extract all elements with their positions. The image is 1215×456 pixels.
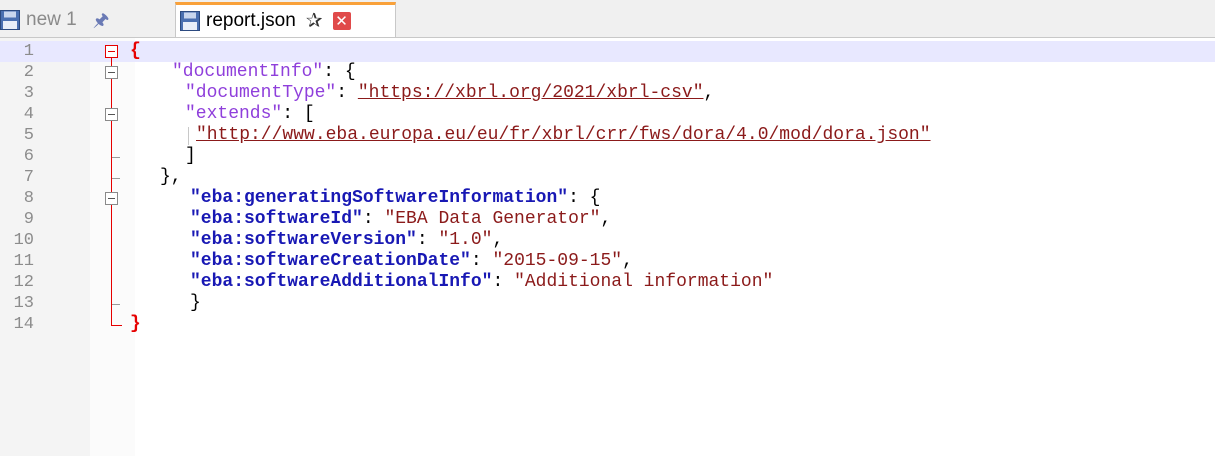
- json-key: "documentInfo": [172, 62, 324, 82]
- code-line[interactable]: 12 "eba:softwareAdditionalInfo": "Additi…: [0, 272, 1215, 293]
- line-number: 8: [23, 189, 34, 208]
- line-number: 5: [23, 126, 34, 145]
- tab-report-json[interactable]: report.json ✰ ✕: [175, 2, 396, 37]
- punctuation: : [: [282, 104, 315, 124]
- punctuation: :: [336, 83, 358, 103]
- code-line[interactable]: 4 "extends": [: [0, 104, 1215, 125]
- fold-collapse-icon[interactable]: [105, 45, 118, 58]
- json-key: "documentType": [185, 83, 337, 103]
- tab-bar: new 1 🖈 report.json ✰ ✕: [0, 0, 1215, 38]
- line-number: 6: [23, 147, 34, 166]
- code-line[interactable]: 1 {: [0, 41, 1215, 62]
- code-line[interactable]: 6 ]: [0, 146, 1215, 167]
- line-number: 11: [13, 252, 34, 271]
- json-key: "eba:generatingSoftwareInformation": [190, 188, 569, 208]
- json-key: "eba:softwareCreationDate": [190, 251, 471, 271]
- tab-new-1[interactable]: new 1 🖈: [0, 4, 168, 36]
- line-number: 9: [23, 210, 34, 229]
- url-value[interactable]: "http://www.eba.europa.eu/eu/fr/xbrl/crr…: [196, 125, 931, 145]
- code-line[interactable]: 14 }: [0, 314, 1215, 335]
- code-line[interactable]: 9 "eba:softwareId": "EBA Data Generator"…: [0, 209, 1215, 230]
- fold-collapse-icon[interactable]: [105, 66, 118, 79]
- code-line[interactable]: 3 "documentType": "https://xbrl.org/2021…: [0, 83, 1215, 104]
- punctuation: ,: [492, 230, 504, 250]
- pin-icon[interactable]: 🖈: [93, 11, 110, 29]
- line-number: 10: [13, 231, 34, 250]
- line-number: 14: [13, 315, 34, 334]
- code-line[interactable]: 5 "http://www.eba.europa.eu/eu/fr/xbrl/c…: [0, 125, 1215, 146]
- code-line[interactable]: 11 "eba:softwareCreationDate": "2015-09-…: [0, 251, 1215, 272]
- line-number: 1: [23, 42, 34, 61]
- punctuation: : {: [568, 188, 601, 208]
- code-editor[interactable]: 1 { 2 "documentInfo": { 3 "documentType"…: [0, 38, 1215, 456]
- url-value[interactable]: "https://xbrl.org/2021/xbrl-csv": [358, 83, 704, 103]
- code-line[interactable]: 13 }: [0, 293, 1215, 314]
- fold-end-marker: [112, 157, 120, 158]
- punctuation: ,: [600, 209, 612, 229]
- code-line[interactable]: 7 },: [0, 167, 1215, 188]
- line-number: 2: [23, 63, 34, 82]
- line-number: 13: [13, 294, 34, 313]
- fold-collapse-icon[interactable]: [105, 108, 118, 121]
- pin-icon[interactable]: ✰: [306, 11, 323, 31]
- string-value: "Additional information": [514, 272, 774, 292]
- tab-label: new 1: [26, 9, 77, 30]
- fold-collapse-icon[interactable]: [105, 192, 118, 205]
- line-number: 12: [13, 273, 34, 292]
- code-line[interactable]: 8 "eba:generatingSoftwareInformation": {: [0, 188, 1215, 209]
- close-icon[interactable]: ✕: [332, 12, 351, 30]
- fold-line: [111, 325, 122, 326]
- punctuation: },: [160, 167, 182, 187]
- string-value: "EBA Data Generator": [384, 209, 601, 229]
- indent-guide: [188, 127, 189, 145]
- line-number: 7: [23, 168, 34, 187]
- tab-label: report.json: [206, 10, 296, 31]
- punctuation: :: [492, 272, 515, 292]
- fold-end-marker: [112, 304, 120, 305]
- punctuation: : {: [323, 62, 356, 82]
- punctuation: ,: [622, 251, 633, 271]
- code-line[interactable]: 2 "documentInfo": {: [0, 62, 1215, 83]
- line-number: 3: [23, 84, 34, 103]
- code-line[interactable]: 10 "eba:softwareVersion": "1.0",: [0, 230, 1215, 251]
- json-key: "eba:softwareAdditionalInfo": [190, 272, 493, 292]
- floppy-disk-icon: [0, 10, 20, 30]
- punctuation: ]: [185, 146, 196, 166]
- punctuation: }: [190, 293, 201, 313]
- floppy-disk-icon: [180, 11, 200, 31]
- string-value: "2015-09-15": [492, 251, 623, 271]
- json-key: "extends": [185, 104, 283, 124]
- line-number: 4: [23, 105, 34, 124]
- fold-end-marker: [112, 178, 120, 179]
- open-brace: {: [130, 41, 141, 61]
- close-brace: }: [130, 314, 141, 334]
- punctuation: ,: [703, 83, 715, 103]
- punctuation: :: [470, 251, 493, 271]
- punctuation: :: [362, 209, 385, 229]
- punctuation: :: [416, 230, 439, 250]
- json-key: "eba:softwareId": [190, 209, 363, 229]
- json-key: "eba:softwareVersion": [190, 230, 417, 250]
- string-value: "1.0": [438, 230, 493, 250]
